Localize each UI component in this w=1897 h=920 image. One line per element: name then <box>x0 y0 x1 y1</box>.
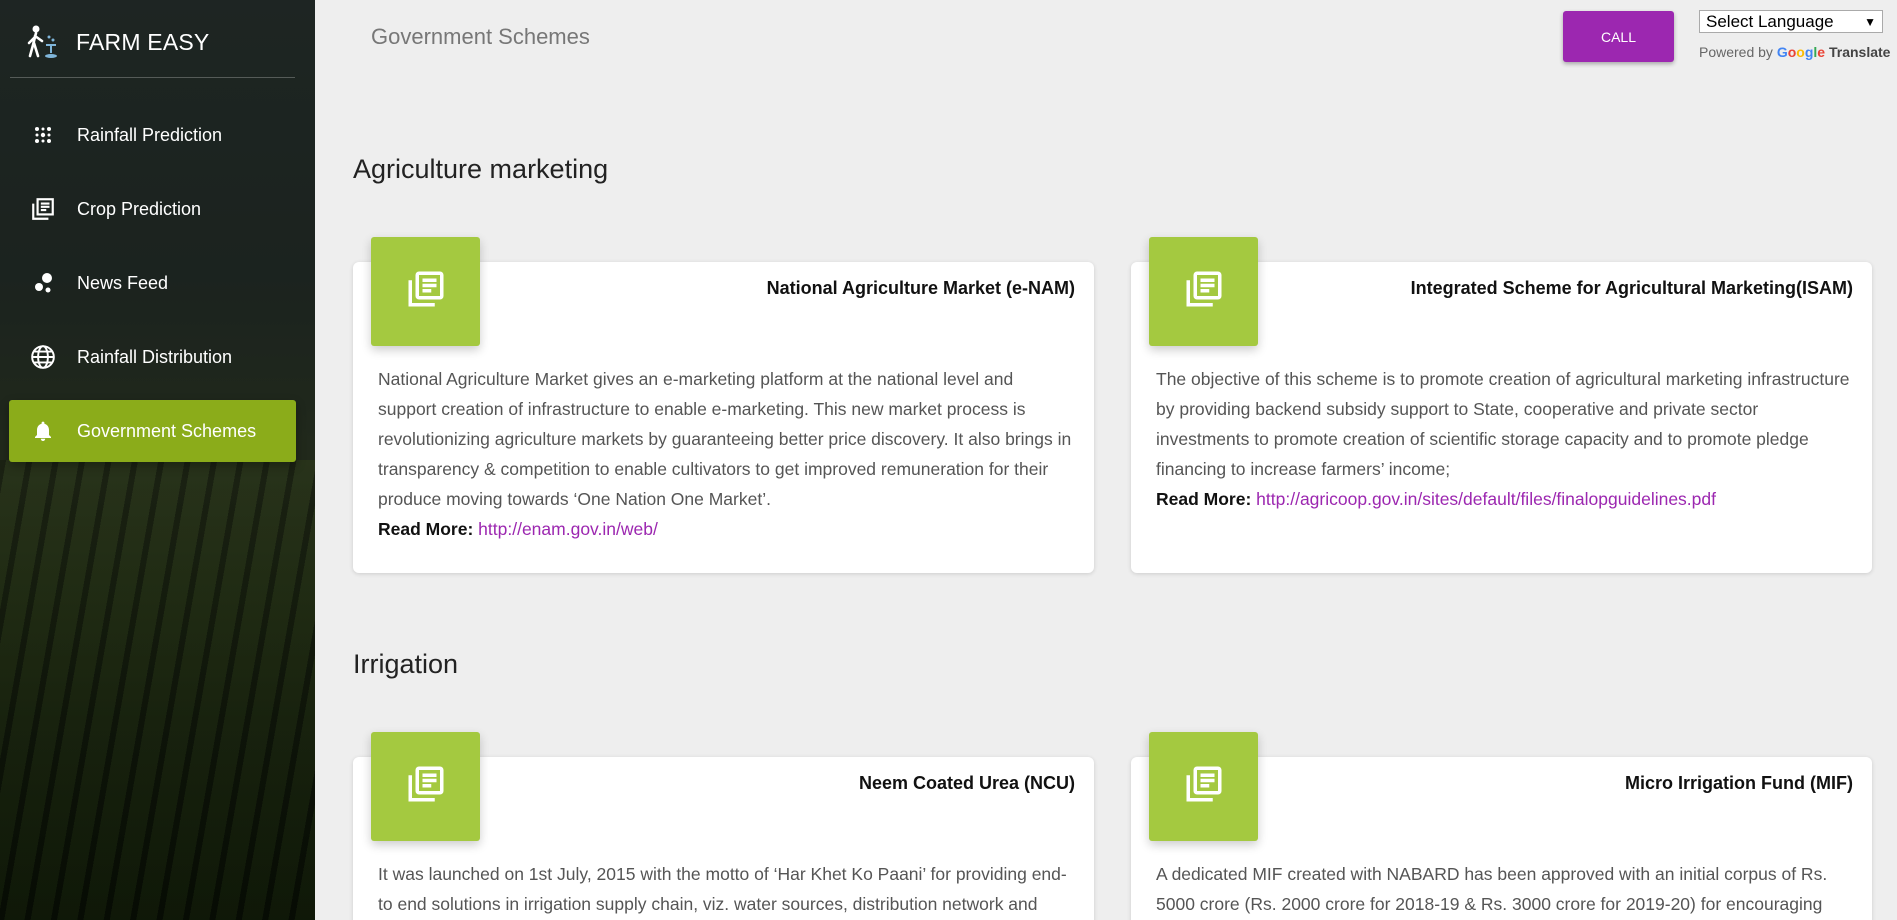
card-body: It was launched on 1st July, 2015 with t… <box>378 859 1072 920</box>
read-more-label: Read More: <box>378 519 474 539</box>
brand[interactable]: FARM EASY <box>20 14 209 70</box>
sidebar-item-label: News Feed <box>77 272 169 293</box>
dots-icon <box>29 121 57 149</box>
farmer-logo-icon <box>20 21 62 63</box>
sidebar: FARM EASY Rainfall Prediction Crop Predi… <box>0 0 315 920</box>
powered-by-google-translate: Powered by Google Translate <box>1699 44 1891 60</box>
divider <box>10 77 295 78</box>
scheme-card-ncu: Neem Coated Urea (NCU) It was launched o… <box>353 732 1094 920</box>
read-more-label: Read More: <box>1156 489 1252 509</box>
page-title: Government Schemes <box>371 24 590 49</box>
library-books-icon <box>1183 763 1225 810</box>
call-button[interactable]: CALL <box>1563 11 1674 62</box>
sidebar-item-label: Crop Prediction <box>77 198 202 219</box>
card-title: National Agriculture Market (e-NAM) <box>766 278 1075 298</box>
card-body: The objective of this scheme is to promo… <box>1156 364 1850 514</box>
scheme-badge <box>371 237 480 346</box>
globe-icon <box>29 343 57 371</box>
bell-icon <box>29 417 57 445</box>
library-books-icon <box>405 763 447 810</box>
dropdown-arrow-icon: ▼ <box>1864 14 1876 29</box>
card-title: Integrated Scheme for Agricultural Marke… <box>1410 278 1853 298</box>
card-description: The objective of this scheme is to promo… <box>1156 369 1850 479</box>
sidebar-item-label: Rainfall Distribution <box>77 346 233 367</box>
sidebar-item-label: Government Schemes <box>77 420 257 441</box>
scheme-card-enam: National Agriculture Market (e-NAM) Nati… <box>353 237 1094 573</box>
card-body: A dedicated MIF created with NABARD has … <box>1156 859 1850 919</box>
card-title: Micro Irrigation Fund (MIF) <box>1625 773 1853 793</box>
scheme-badge <box>1149 237 1258 346</box>
scheme-badge <box>1149 732 1258 841</box>
read-more-link[interactable]: http://agricoop.gov.in/sites/default/fil… <box>1256 489 1716 509</box>
sidebar-item-rainfall-prediction[interactable]: Rainfall Prediction <box>9 104 296 166</box>
sidebar-item-label: Rainfall Prediction <box>77 124 223 145</box>
bubble-chart-icon <box>29 269 57 297</box>
scheme-card-isam: Integrated Scheme for Agricultural Marke… <box>1131 237 1872 573</box>
google-translate-link[interactable]: Translate <box>1829 44 1890 60</box>
card-description: It was launched on 1st July, 2015 with t… <box>378 864 1067 914</box>
library-books-icon <box>29 195 57 223</box>
google-logo: Google <box>1776 44 1826 60</box>
scheme-card-mif: Micro Irrigation Fund (MIF) A dedicated … <box>1131 732 1872 920</box>
card-description: A dedicated MIF created with NABARD has … <box>1156 864 1828 914</box>
brand-title: FARM EASY <box>76 28 210 55</box>
read-more-link[interactable]: http://enam.gov.in/web/ <box>478 519 658 539</box>
section-title-irrigation: Irrigation <box>353 649 459 679</box>
sidebar-item-government-schemes[interactable]: Government Schemes <box>9 400 296 462</box>
card-description: National Agriculture Market gives an e-m… <box>378 369 1072 509</box>
language-select[interactable]: Select Language ▼ <box>1699 10 1883 33</box>
sidebar-item-rainfall-distribution[interactable]: Rainfall Distribution <box>9 326 296 388</box>
section-title-agriculture-marketing: Agriculture marketing <box>353 154 609 184</box>
card-body: National Agriculture Market gives an e-m… <box>378 364 1072 544</box>
card-title: Neem Coated Urea (NCU) <box>858 773 1075 793</box>
sidebar-item-news-feed[interactable]: News Feed <box>9 252 296 314</box>
scheme-badge <box>371 732 480 841</box>
sidebar-item-crop-prediction[interactable]: Crop Prediction <box>9 178 296 240</box>
language-select-value: Select Language <box>1706 11 1834 31</box>
library-books-icon <box>405 268 447 315</box>
library-books-icon <box>1183 268 1225 315</box>
sidebar-nav: Rainfall Prediction Crop Prediction News… <box>9 104 296 474</box>
